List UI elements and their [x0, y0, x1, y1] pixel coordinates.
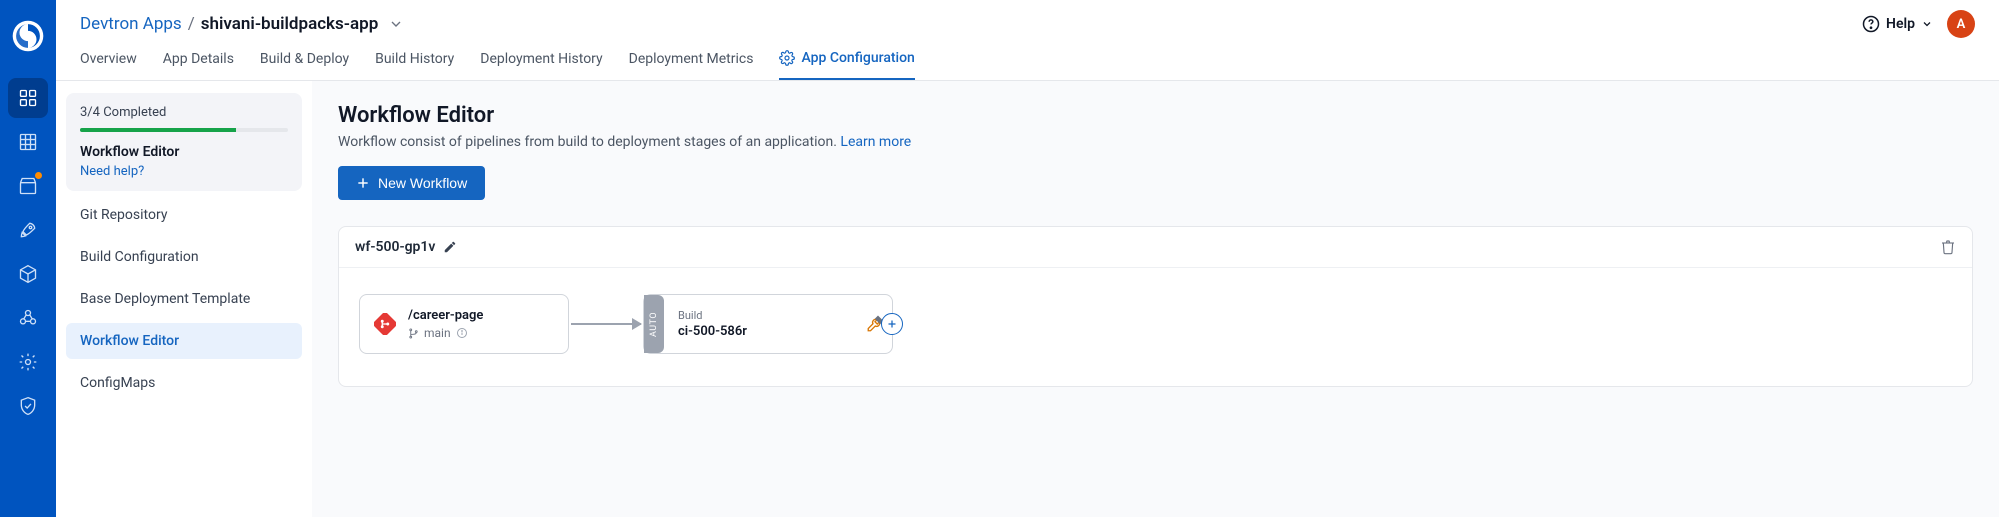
plus-icon	[886, 318, 898, 330]
config-sidebar: 3/4 Completed Workflow Editor Need help?…	[56, 81, 312, 517]
breadcrumb-separator: /	[188, 14, 195, 34]
rail-shield-icon[interactable]	[8, 386, 48, 426]
auto-badge: AUTO	[644, 295, 664, 353]
chevron-down-icon	[1921, 18, 1933, 30]
sidebar-item-build-configuration[interactable]: Build Configuration	[66, 239, 302, 275]
source-node[interactable]: /career-page main	[359, 294, 569, 354]
workflow-header: wf-500-gp1v	[339, 227, 1972, 268]
tab-app-details[interactable]: App Details	[163, 50, 234, 80]
build-name: ci-500-586r	[678, 324, 852, 339]
tab-deployment-metrics[interactable]: Deployment Metrics	[629, 50, 754, 80]
tab-build-deploy[interactable]: Build & Deploy	[260, 50, 349, 80]
branch-icon	[408, 328, 419, 339]
git-icon	[374, 313, 396, 335]
info-icon	[456, 327, 468, 339]
need-help-link[interactable]: Need help?	[80, 164, 288, 179]
learn-more-link[interactable]: Learn more	[840, 134, 911, 150]
sidebar-item-workflow-editor[interactable]: Workflow Editor	[66, 323, 302, 359]
delete-workflow-icon[interactable]	[1940, 239, 1956, 255]
edit-workflow-icon[interactable]	[443, 240, 457, 254]
help-icon	[1862, 15, 1880, 33]
rail-cluster-icon[interactable]	[8, 298, 48, 338]
rail-apps-icon[interactable]	[8, 78, 48, 118]
sidebar-item-configmaps[interactable]: ConfigMaps	[66, 365, 302, 401]
rail-cube-icon[interactable]	[8, 254, 48, 294]
progress-title: Workflow Editor	[80, 144, 288, 160]
topbar: Devtron Apps / shivani-buildpacks-app He…	[56, 0, 1999, 38]
progress-bar	[80, 128, 288, 132]
rail-rocket-icon[interactable]	[8, 210, 48, 250]
tab-app-configuration[interactable]: App Configuration	[779, 50, 914, 80]
rail-grid-icon[interactable]	[8, 122, 48, 162]
help-label: Help	[1886, 16, 1915, 32]
content-area: Workflow Editor Workflow consist of pipe…	[312, 81, 1999, 517]
build-label: Build	[678, 309, 852, 322]
workflow-card: wf-500-gp1v	[338, 226, 1973, 387]
add-stage-button[interactable]	[881, 313, 903, 335]
breadcrumb: Devtron Apps / shivani-buildpacks-app	[80, 14, 404, 34]
page-title: Workflow Editor	[338, 103, 1973, 128]
rail-store-icon[interactable]	[8, 166, 48, 206]
tab-overview[interactable]: Overview	[80, 50, 137, 80]
tab-build-history[interactable]: Build History	[375, 50, 454, 80]
rail-settings-icon[interactable]	[8, 342, 48, 382]
sidebar-item-base-deployment-template[interactable]: Base Deployment Template	[66, 281, 302, 317]
new-workflow-label: New Workflow	[378, 175, 467, 191]
app-tabs: Overview App Details Build & Deploy Buil…	[56, 38, 1999, 81]
user-avatar[interactable]: A	[1947, 10, 1975, 38]
source-branch: main	[424, 326, 451, 340]
breadcrumb-app-name: shivani-buildpacks-app	[201, 14, 379, 34]
workflow-arrow	[571, 323, 641, 325]
progress-card: 3/4 Completed Workflow Editor Need help?	[66, 93, 302, 191]
breadcrumb-root[interactable]: Devtron Apps	[80, 14, 182, 34]
progress-text: 3/4 Completed	[80, 105, 288, 120]
source-path: /career-page	[408, 308, 483, 323]
gear-icon	[779, 50, 795, 66]
page-description: Workflow consist of pipelines from build…	[338, 134, 1973, 150]
tab-app-configuration-label: App Configuration	[801, 50, 914, 66]
plus-icon	[356, 176, 370, 190]
chevron-down-icon[interactable]	[388, 16, 404, 32]
sidebar-item-git-repository[interactable]: Git Repository	[66, 197, 302, 233]
workflow-body: /career-page main AUTO	[339, 268, 1972, 386]
tab-deployment-history[interactable]: Deployment History	[480, 50, 602, 80]
new-workflow-button[interactable]: New Workflow	[338, 166, 485, 200]
help-button[interactable]: Help	[1862, 15, 1933, 33]
devtron-logo	[8, 16, 48, 56]
page-description-text: Workflow consist of pipelines from build…	[338, 134, 840, 150]
left-nav-rail	[0, 0, 56, 517]
workflow-name: wf-500-gp1v	[355, 239, 435, 255]
build-node[interactable]: AUTO Build ci-500-586r	[643, 294, 893, 354]
